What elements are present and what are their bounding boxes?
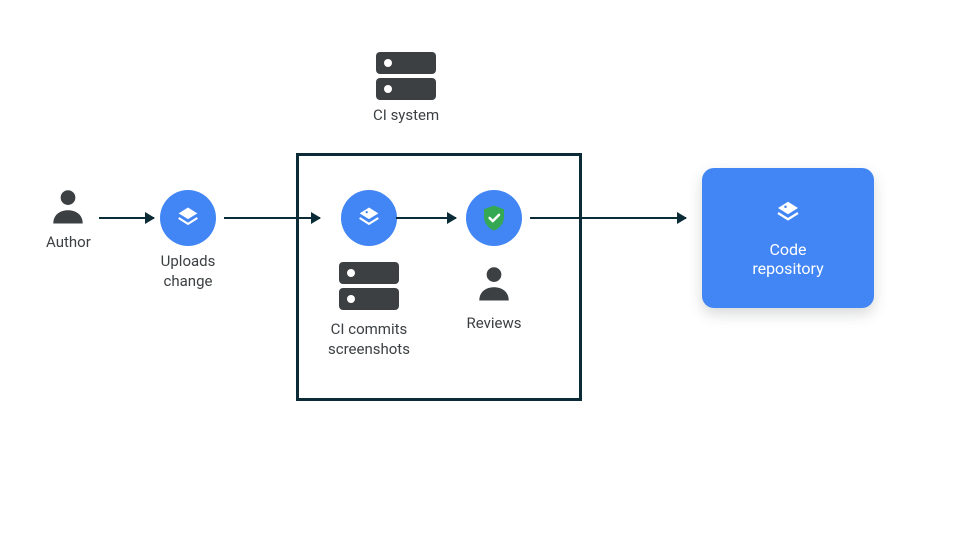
stack-image-icon [355,204,383,232]
server-unit [376,52,436,74]
repo-node: Code repository [702,168,874,308]
author-node: Author [46,185,91,253]
uploads-circle [160,190,216,246]
reviews-circle [466,190,522,246]
arrow-ci-to-reviews [396,217,456,219]
ci-system-node: CI system [373,52,439,126]
stack-icon [174,204,202,232]
ci-system-label: CI system [373,106,439,126]
server-unit [339,288,399,310]
person-icon [47,185,89,227]
server-stack-icon [339,262,399,310]
ci-commits-circle [341,190,397,246]
reviews-node: Reviews [466,190,522,334]
person-icon [473,262,515,304]
uploads-label: Uploads change [161,252,216,291]
arrow-author-to-uploads [99,217,154,219]
arrow-reviews-to-repo [530,217,686,219]
repo-label: Code repository [752,240,823,278]
arrow-uploads-to-ci [224,217,320,219]
ci-commits-label: CI commits screenshots [328,320,410,359]
stack-image-icon [773,198,803,228]
server-stack-icon [376,52,436,100]
uploads-node: Uploads change [160,190,216,291]
ci-commits-node: CI commits screenshots [328,190,410,359]
server-unit [376,78,436,100]
reviews-label: Reviews [467,314,522,334]
server-unit [339,262,399,284]
shield-check-icon [479,203,509,233]
author-label: Author [46,233,91,253]
